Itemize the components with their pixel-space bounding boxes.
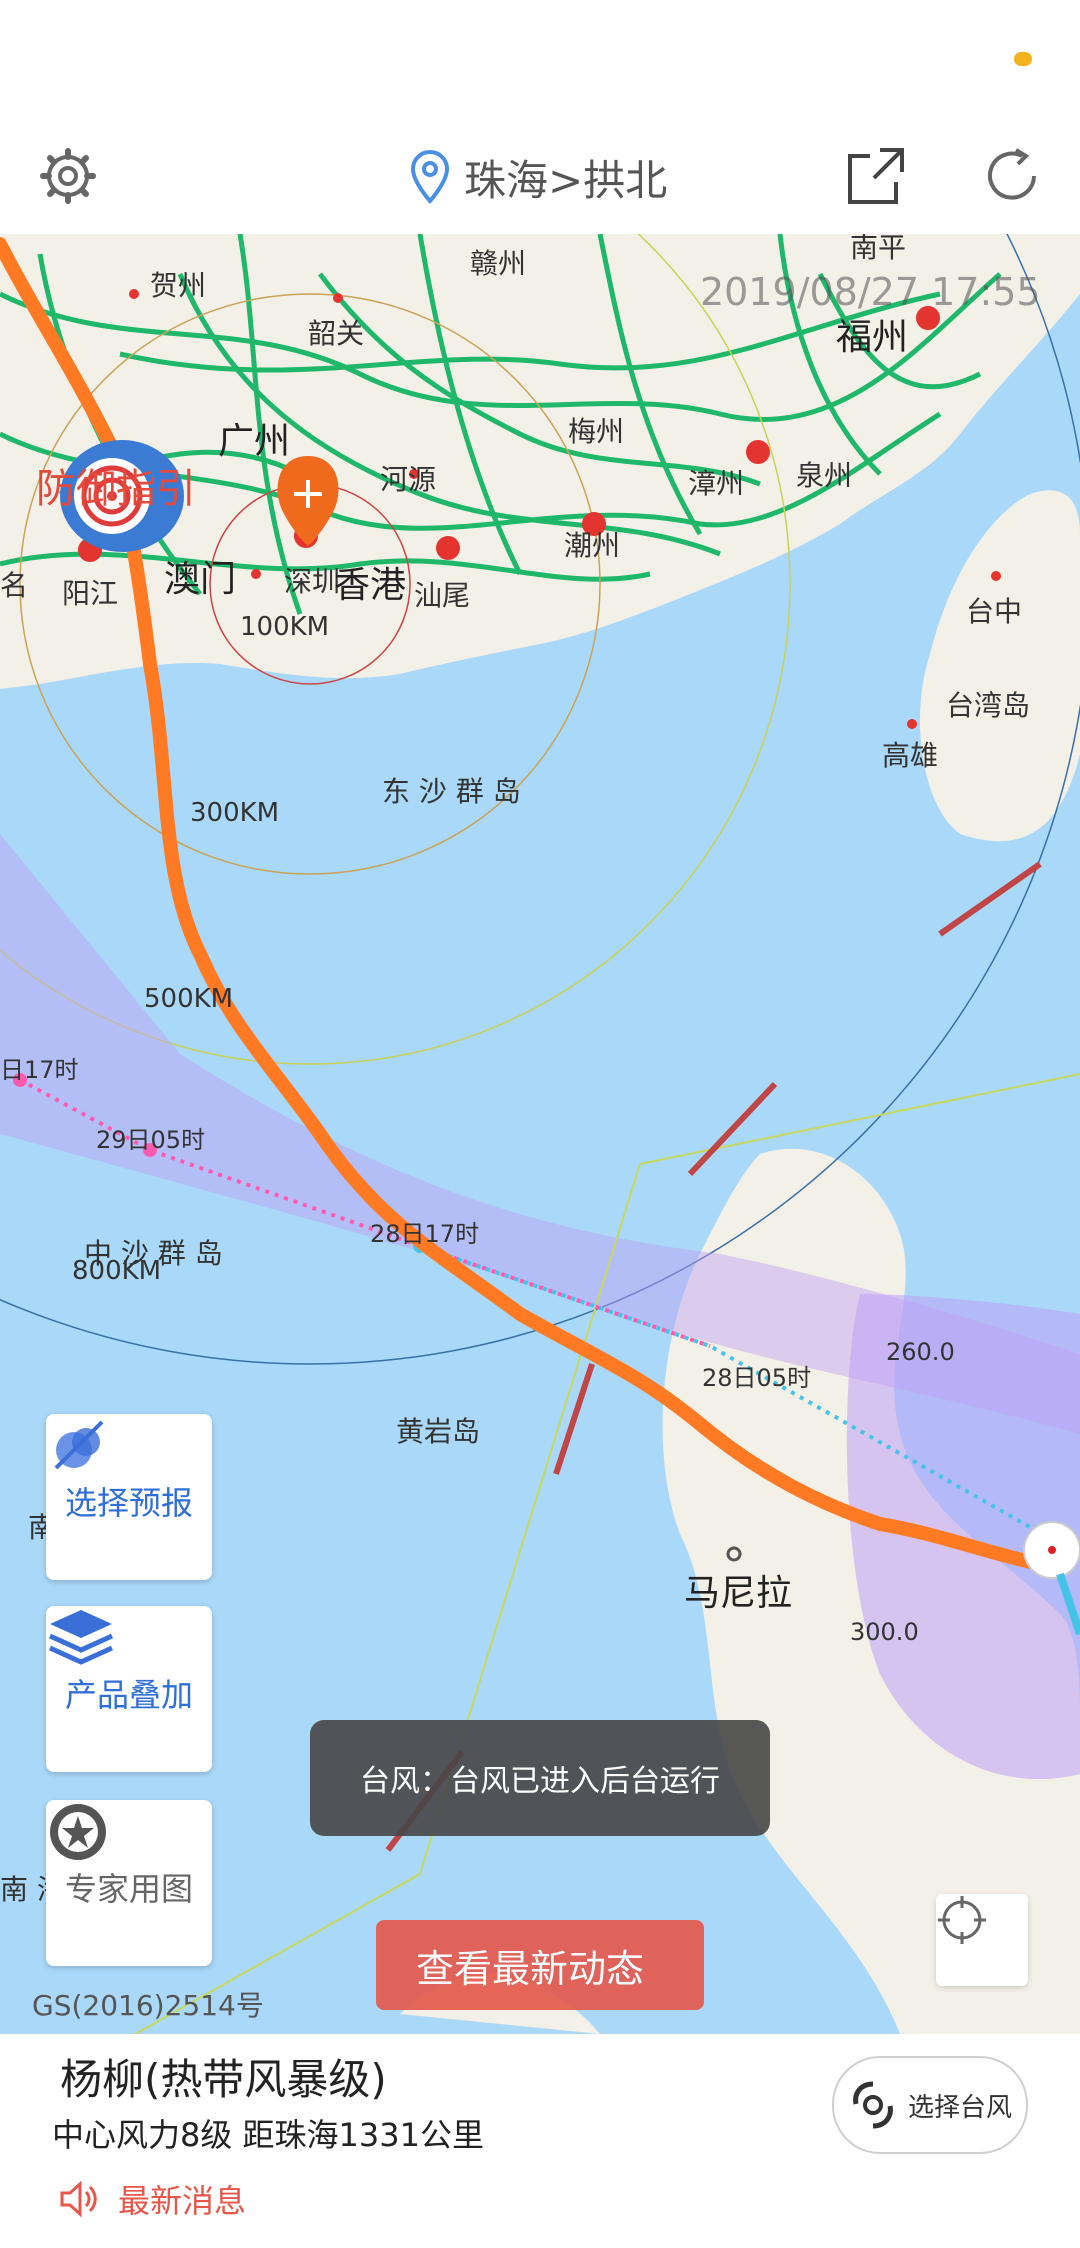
select-typhoon-label: 选择台风 [907,2092,1012,2123]
expert-map-button[interactable]: 专家用图 [46,1800,212,1966]
typhoon-name: 杨柳(热带风暴级) [60,2055,387,2104]
city-label: 香港 [334,565,407,606]
city-label: 汕尾 [414,579,471,612]
typhoon-icon [853,2081,893,2129]
city-label: 澳门 [164,559,237,600]
city-label: 台湾岛 [946,689,1031,722]
forecast-time-label: 28日17时 [370,1220,480,1248]
location-selector[interactable]: 珠海>拱北 [410,142,667,212]
city-label: 广州 [218,421,291,462]
location-text: 珠海>拱北 [464,155,668,205]
toast-text: 台风：台风已进入后台运行 [360,1764,720,1799]
reading-label: 260.0 [886,1338,955,1366]
typhoon-info-panel: 杨柳(热带风暴级) 中心风力8级 距珠海1331公里 最新消息 选择台风 [0,2034,1080,2248]
city-label: 阳江 [62,577,119,610]
view-latest-button[interactable]: 查看最新动态 [376,1920,704,2010]
city-label: 深圳 [284,565,341,598]
forecast-time-label: 日17时 [0,1056,79,1084]
gear-icon [40,148,96,204]
select-typhoon-button[interactable]: 选择台风 [832,2056,1028,2154]
city-label: 泉州 [796,459,853,492]
city-label: 韶关 [308,317,365,350]
share-icon [848,148,904,204]
city-label: 贺州 [150,269,207,302]
city-label: 河源 [380,463,437,496]
city-label: 高雄 [882,739,939,772]
speaker-icon [60,2180,97,2218]
top-bar: 珠海>拱北 [0,120,1080,234]
refresh-icon [988,148,1036,200]
city-label: 台中 [966,595,1023,628]
reading-label: 300.0 [850,1618,919,1646]
city-label: 潮州 [564,529,621,562]
city-label: 福州 [836,317,909,358]
select-forecast-button[interactable]: 选择预报 [46,1414,212,1580]
product-overlay-button[interactable]: 产品叠加 [46,1606,212,1772]
island-label: 东 沙 群 岛 [382,775,521,808]
taiwan-landmass [920,490,1080,842]
ring-label: 500KM [144,984,234,1014]
refresh-button[interactable] [974,138,1050,214]
layers-icon [48,1610,114,1665]
city-label: 南平 [850,234,907,264]
city-label: 马尼拉 [684,1573,793,1614]
ring-label: 800KM [72,1256,162,1286]
locate-button[interactable] [936,1894,1028,1986]
ring-label: 100KM [240,612,330,642]
status-indicator [1014,52,1032,66]
forecast-time-label: 29日05时 [96,1126,206,1154]
expert-map-label: 专家用图 [64,1870,193,1908]
latest-news-link[interactable]: 最新消息 [58,2176,246,2222]
island-label: 黄岩岛 [396,1415,481,1448]
defense-guide-label: 防御指引 [36,466,196,512]
crosshair-icon [938,1896,986,1944]
forecast-time-label: 28日05时 [702,1364,812,1392]
expert-badge-icon [50,1804,106,1860]
latest-news-label: 最新消息 [118,2182,247,2220]
settings-button[interactable] [30,138,106,214]
city-label: 赣州 [470,247,527,280]
status-bar [0,0,1080,120]
city-label: 梅州 [568,415,625,448]
forecast-satellite-icon [54,1420,104,1470]
city-label: 漳州 [688,467,745,500]
select-forecast-label: 选择预报 [64,1484,193,1522]
map-credit: GS(2016)2514号 [32,1989,264,2022]
city-label: 名 [0,569,29,602]
product-overlay-label: 产品叠加 [64,1676,193,1714]
ring-label: 300KM [190,798,280,828]
location-pin-icon [410,149,450,204]
typhoon-detail: 中心风力8级 距珠海1331公里 [52,2116,484,2154]
share-button[interactable] [838,138,914,214]
toast-message: 台风：台风已进入后台运行 [310,1720,770,1836]
view-latest-label: 查看最新动态 [416,1946,645,1991]
